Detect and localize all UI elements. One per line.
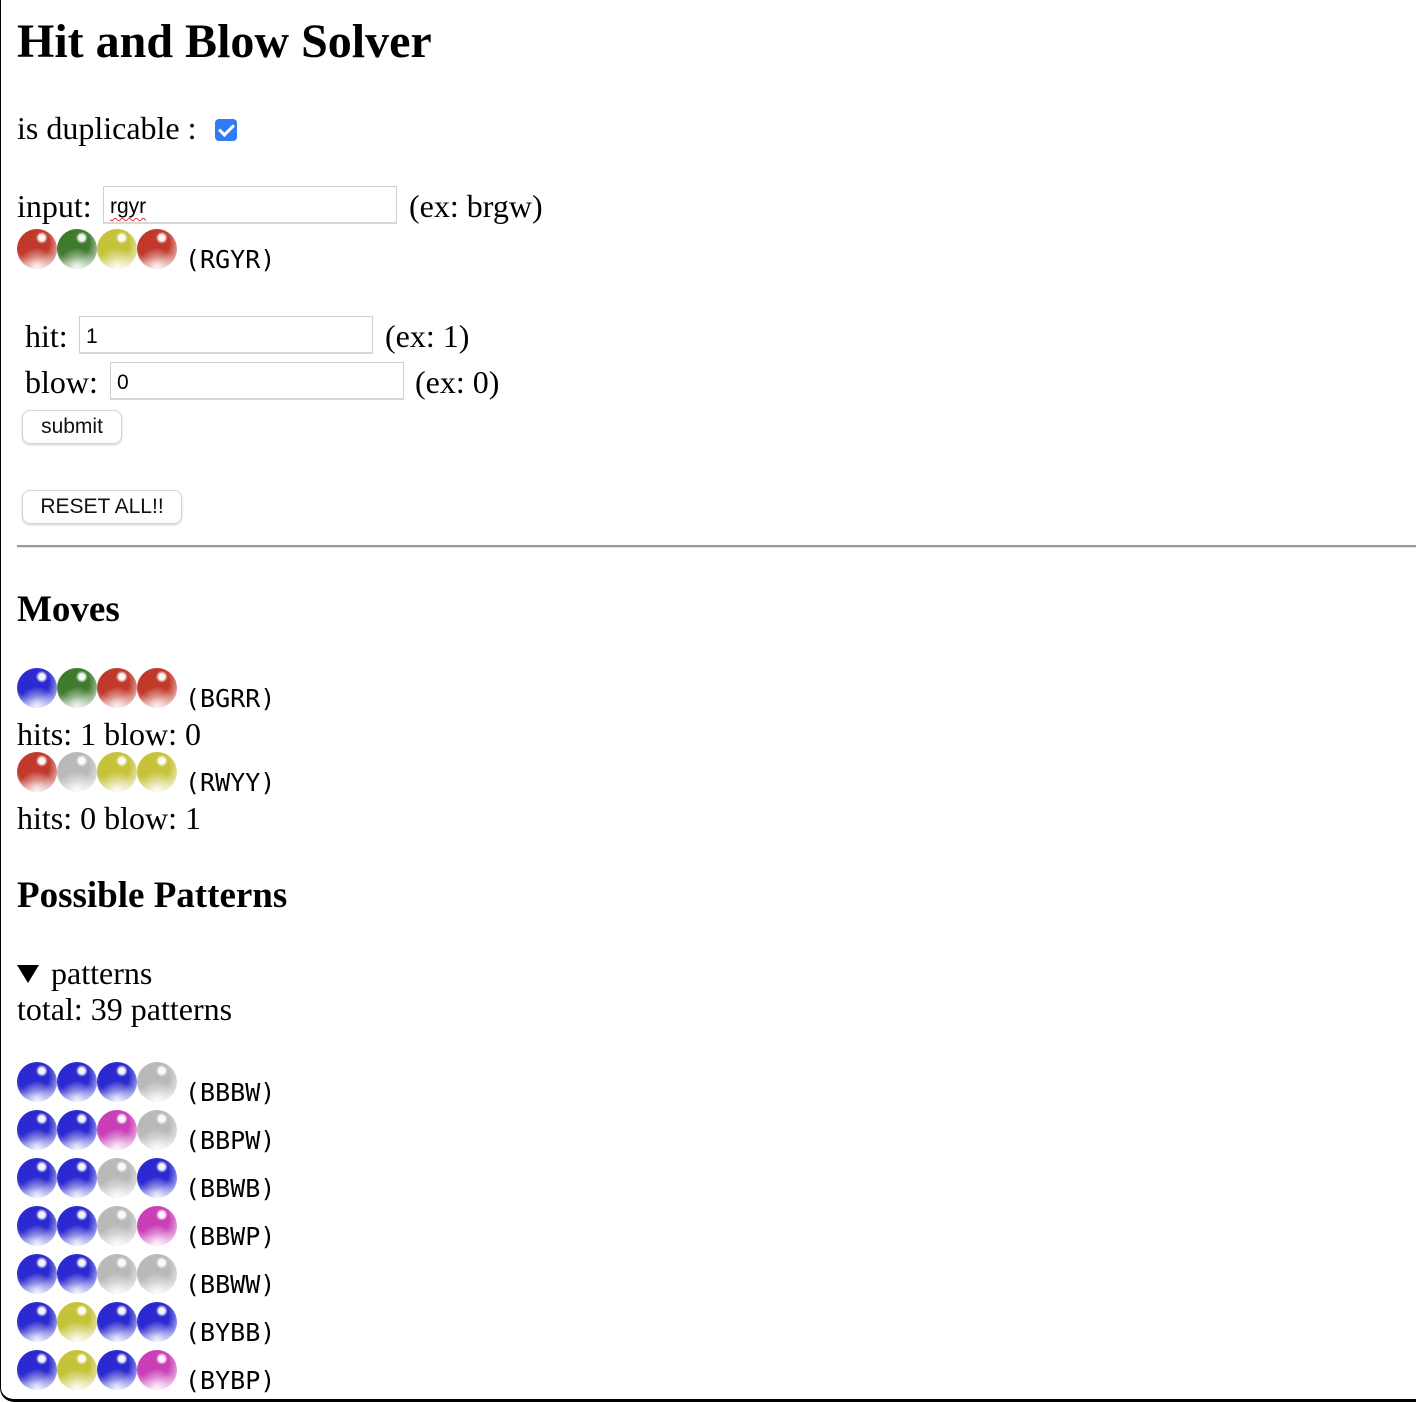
input-hint: (ex: brgw) (409, 188, 543, 224)
white-ball (137, 1254, 177, 1294)
pattern-row: (BBPW) (17, 1110, 275, 1155)
red-ball (17, 752, 57, 792)
move-row: (RWYY) (17, 752, 275, 797)
pattern-code: (BBPW) (185, 1126, 276, 1155)
pattern-code: (BBWB) (185, 1174, 276, 1203)
white-ball (97, 1254, 137, 1294)
blue-ball (17, 1302, 57, 1342)
pattern-code: (BYBB) (185, 1318, 276, 1347)
pattern-row: (BYBB) (17, 1302, 275, 1347)
page-title: Hit and Blow Solver (17, 15, 432, 68)
blue-ball (57, 1158, 97, 1198)
pink-ball (137, 1206, 177, 1246)
pattern-row: (BBWW) (17, 1254, 275, 1299)
yellow-ball (97, 752, 137, 792)
blow-hint: (ex: 0) (415, 364, 500, 400)
green-ball (57, 229, 97, 269)
blue-ball (97, 1062, 137, 1102)
disclosure-triangle-icon[interactable] (17, 964, 39, 983)
pattern-row: (BBBW) (17, 1062, 275, 1107)
duplicable-label: is duplicable : (17, 110, 197, 146)
move-row: (BGRR) (17, 668, 275, 713)
blue-ball (17, 1110, 57, 1150)
move-result: hits: 0 blow: 1 (17, 800, 202, 836)
pink-ball (137, 1350, 177, 1390)
duplicable-row: is duplicable : (17, 108, 237, 148)
blue-ball (57, 1062, 97, 1102)
blue-ball (17, 1350, 57, 1390)
white-ball (97, 1158, 137, 1198)
pink-ball (97, 1110, 137, 1150)
hit-hint: (ex: 1) (385, 318, 470, 354)
pattern-row: (BBWB) (17, 1158, 275, 1203)
blue-ball (97, 1350, 137, 1390)
reset-all-button[interactable]: RESET ALL!! (22, 490, 182, 524)
move-result: hits: 1 blow: 0 (17, 716, 202, 752)
input-preview-code: (RGYR) (185, 245, 276, 274)
pattern-row: (BYBP) (17, 1350, 275, 1395)
move-code: (BGRR) (185, 684, 276, 713)
blue-ball (17, 668, 57, 708)
pattern-input-value: rgyr (110, 195, 147, 218)
blue-ball (97, 1302, 137, 1342)
green-ball (57, 668, 97, 708)
blue-ball (137, 1158, 177, 1198)
moves-heading: Moves (17, 589, 120, 630)
pattern-code: (BYBP) (185, 1366, 276, 1395)
patterns-summary[interactable]: patterns (17, 953, 152, 993)
pattern-row: (BBWP) (17, 1206, 275, 1251)
blue-ball (17, 1062, 57, 1102)
white-ball (97, 1206, 137, 1246)
white-ball (137, 1110, 177, 1150)
blue-ball (57, 1110, 97, 1150)
yellow-ball (137, 752, 177, 792)
pattern-code: (BBWW) (185, 1270, 276, 1299)
yellow-ball (57, 1302, 97, 1342)
patterns-total: total: 39 patterns (17, 991, 233, 1027)
blow-label: blow: (25, 364, 98, 400)
blue-ball (17, 1254, 57, 1294)
blow-input[interactable]: 0 (110, 362, 404, 400)
submit-button[interactable]: submit (22, 410, 122, 444)
input-preview-balls (17, 229, 177, 269)
pattern-code: (BBWP) (185, 1222, 276, 1251)
blue-ball (57, 1206, 97, 1246)
hit-input[interactable]: 1 (79, 316, 373, 354)
white-ball (137, 1062, 177, 1102)
blue-ball (137, 1302, 177, 1342)
blue-ball (17, 1206, 57, 1246)
blue-ball (57, 1254, 97, 1294)
hit-label: hit: (25, 318, 68, 354)
move-code: (RWYY) (185, 768, 276, 797)
patterns-summary-label: patterns (51, 955, 153, 991)
input-label: input: (17, 188, 92, 224)
white-ball (57, 752, 97, 792)
possible-patterns-heading: Possible Patterns (17, 875, 288, 916)
red-ball (17, 229, 57, 269)
pattern-input[interactable]: rgyr (103, 186, 397, 224)
divider (17, 545, 1416, 548)
input-preview: (RGYR) (17, 229, 275, 274)
pattern-code: (BBBW) (185, 1078, 276, 1107)
blue-ball (17, 1158, 57, 1198)
yellow-ball (97, 229, 137, 269)
duplicable-checkbox[interactable] (214, 118, 237, 141)
red-ball (137, 229, 177, 269)
red-ball (137, 668, 177, 708)
red-ball (97, 668, 137, 708)
yellow-ball (57, 1350, 97, 1390)
